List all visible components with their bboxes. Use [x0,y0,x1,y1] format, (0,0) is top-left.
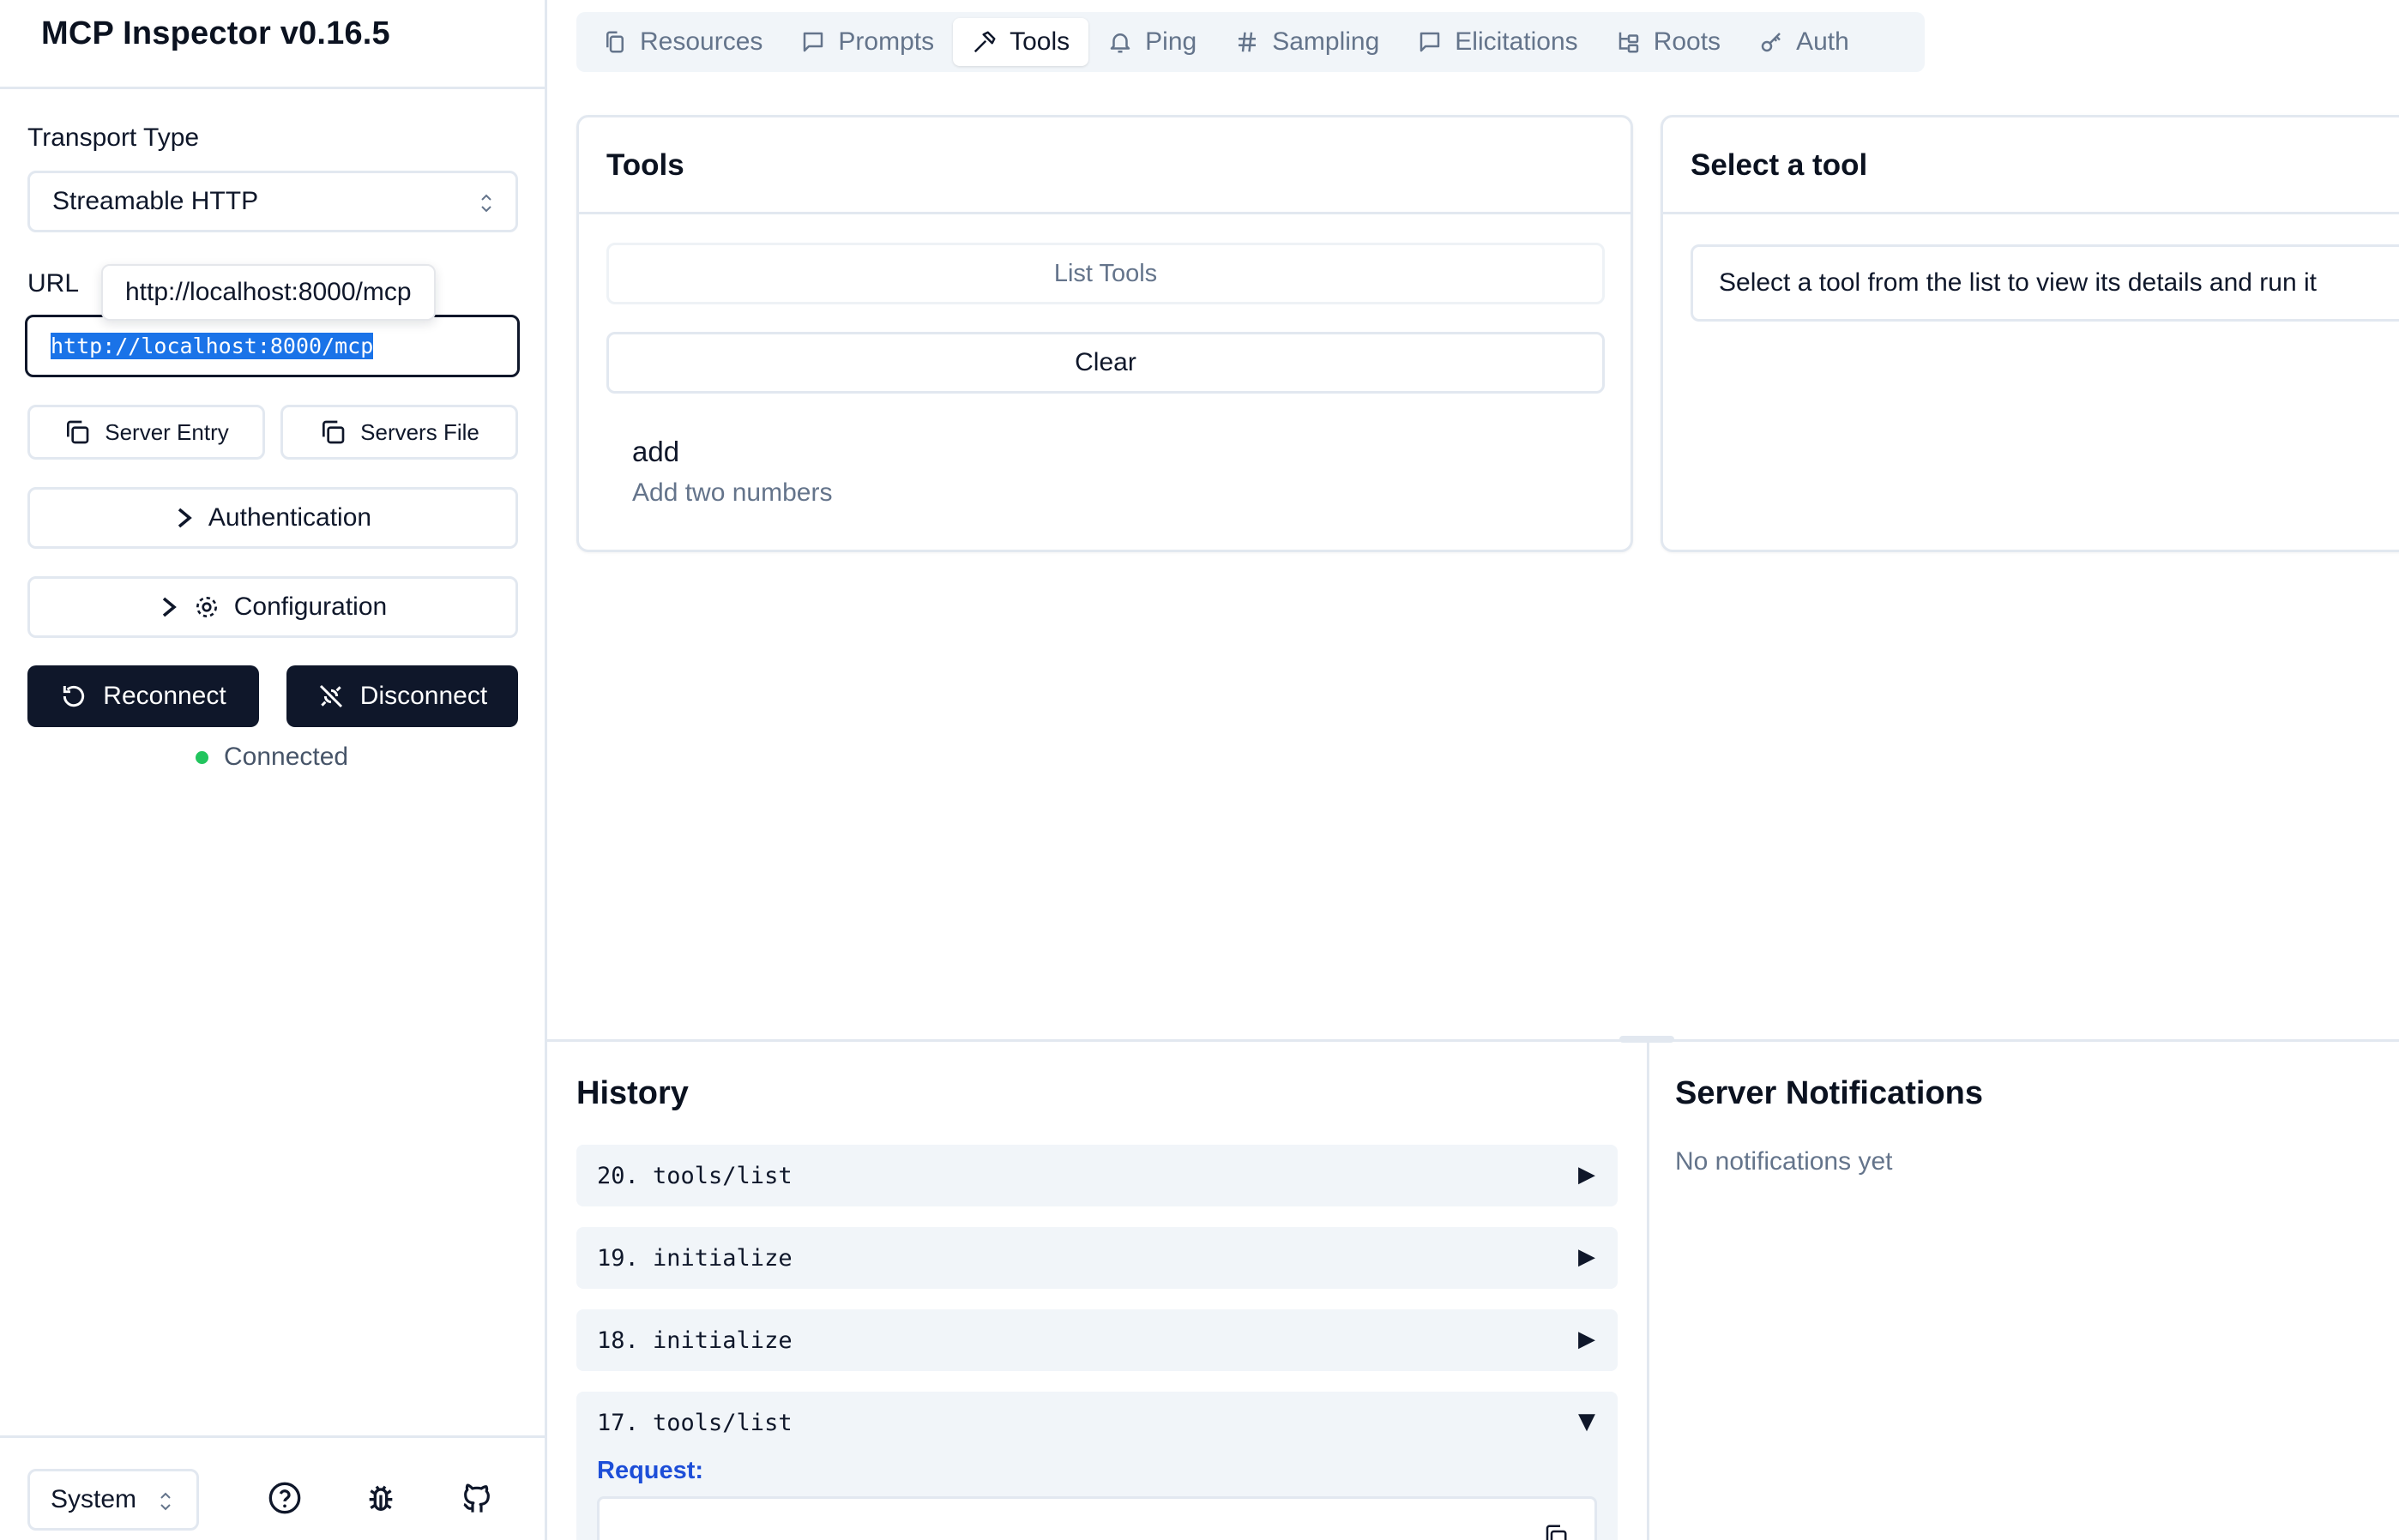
collapse-arrow-icon: ▼ [1578,1409,1595,1435]
sidebar: MCP Inspector v0.16.5 Transport Type Str… [0,0,547,1540]
url-input[interactable]: http://localhost:8000/mcp [25,315,520,377]
history-row-expanded: 17. tools/list ▼ Request: [576,1392,1618,1540]
tab-sampling[interactable]: Sampling [1215,18,1398,66]
status-dot-icon [196,750,208,764]
server-entry-button[interactable]: Server Entry [27,405,265,460]
key-icon [1761,33,1781,52]
tab-label: Ping [1145,27,1197,56]
history-row[interactable]: 18. initialize ▶ [576,1309,1618,1371]
list-tools-button[interactable]: List Tools [606,243,1605,304]
disconnect-label: Disconnect [359,682,488,710]
app-title: MCP Inspector v0.16.5 [41,15,390,51]
message-square-icon [1420,32,1440,52]
chevron-right-icon [178,508,192,528]
theme-select[interactable]: System [27,1469,199,1531]
tab-label: Roots [1653,27,1721,56]
bell-icon [1110,33,1130,53]
history-row-label: 17. tools/list [597,1409,793,1436]
url-tooltip: http://localhost:8000/mcp [101,264,436,321]
disconnect-button[interactable]: Disconnect [286,665,518,727]
tab-auth[interactable]: Auth [1739,18,1868,66]
servers-file-label: Servers File [360,418,479,445]
url-input-value: http://localhost:8000/mcp [51,333,374,359]
clear-button[interactable]: Clear [606,332,1605,394]
folder-tree-icon [1618,32,1638,53]
tool-detail-placeholder: Select a tool from the list to view its … [1691,244,2399,322]
tool-detail-panel: Select a tool Select a tool from the lis… [1661,115,2399,552]
history-row-label: 18. initialize [597,1326,793,1354]
tool-detail-title: Select a tool [1691,148,1868,182]
sidebar-footer: System [0,1435,545,1540]
tab-resources[interactable]: Resources [583,18,781,66]
help-circle-icon[interactable] [268,1481,302,1515]
history-row[interactable]: 20. tools/list ▶ [576,1145,1618,1206]
tab-label: Resources [640,27,763,56]
url-label: URL [27,269,80,298]
tab-label: Elicitations [1455,27,1578,56]
github-icon[interactable] [460,1481,494,1515]
sidebar-header: MCP Inspector v0.16.5 [0,0,545,89]
tab-ping[interactable]: Ping [1088,18,1215,66]
panel-divider-vertical [1647,1041,1649,1540]
tab-label: Auth [1796,27,1849,56]
chevrons-up-down-icon [481,194,491,213]
reconnect-label: Reconnect [103,682,226,710]
tab-elicitations[interactable]: Elicitations [1398,18,1596,66]
hammer-icon [973,31,996,53]
tab-roots[interactable]: Roots [1597,18,1739,66]
tab-label: Tools [1010,27,1070,56]
servers-file-button[interactable]: Servers File [280,405,518,460]
tab-label: Prompts [838,27,935,56]
expand-arrow-icon: ▶ [1578,1326,1595,1352]
chevron-right-icon [162,597,177,617]
connection-status: Connected [196,743,348,772]
transport-type-select[interactable]: Streamable HTTP [27,171,518,232]
tab-prompts[interactable]: Prompts [781,18,953,66]
server-entry-label: Server Entry [105,418,229,445]
tools-panel-title: Tools [606,148,684,182]
unplug-icon [319,684,342,708]
expand-arrow-icon: ▶ [1578,1162,1595,1188]
tab-bar: Resources Prompts Tools Ping Sampling El… [576,12,1925,72]
authentication-toggle[interactable]: Authentication [27,487,518,549]
request-label: Request: [597,1457,704,1484]
transport-type-value: Streamable HTTP [52,187,259,215]
notifications-empty-text: No notifications yet [1675,1147,1893,1176]
divider [579,212,1630,214]
chevrons-up-down-icon [160,1492,171,1511]
connection-status-text: Connected [224,743,349,771]
gear-icon [196,597,217,617]
tool-item-name[interactable]: add [632,436,679,468]
history-row[interactable]: 17. tools/list ▼ [576,1392,1618,1453]
expand-arrow-icon: ▶ [1578,1244,1595,1270]
reconnect-button[interactable]: Reconnect [27,665,259,727]
request-json-viewer [597,1496,1597,1540]
bug-icon[interactable] [364,1481,398,1515]
copy-icon[interactable] [1543,1523,1569,1540]
copy-icon [322,420,345,444]
tab-label: Sampling [1272,27,1380,56]
divider [1663,212,2399,214]
server-notifications-title: Server Notifications [1675,1075,1983,1111]
configuration-label: Configuration [233,593,388,621]
rotate-ccw-icon [63,685,85,707]
history-title: History [576,1075,689,1111]
authentication-label: Authentication [208,503,372,532]
transport-type-label: Transport Type [27,123,200,152]
theme-select-value: System [51,1485,137,1513]
message-square-icon [804,32,823,52]
tab-tools[interactable]: Tools [953,18,1089,66]
tool-item-description: Add two numbers [632,478,833,507]
hash-icon [1239,32,1257,52]
panel-divider [547,1039,2399,1042]
history-row[interactable]: 19. initialize ▶ [576,1227,1618,1289]
files-icon [606,31,624,53]
copy-icon [67,420,89,444]
history-row-label: 19. initialize [597,1244,793,1272]
configuration-toggle[interactable]: Configuration [27,576,518,638]
history-row-label: 20. tools/list [597,1162,793,1189]
